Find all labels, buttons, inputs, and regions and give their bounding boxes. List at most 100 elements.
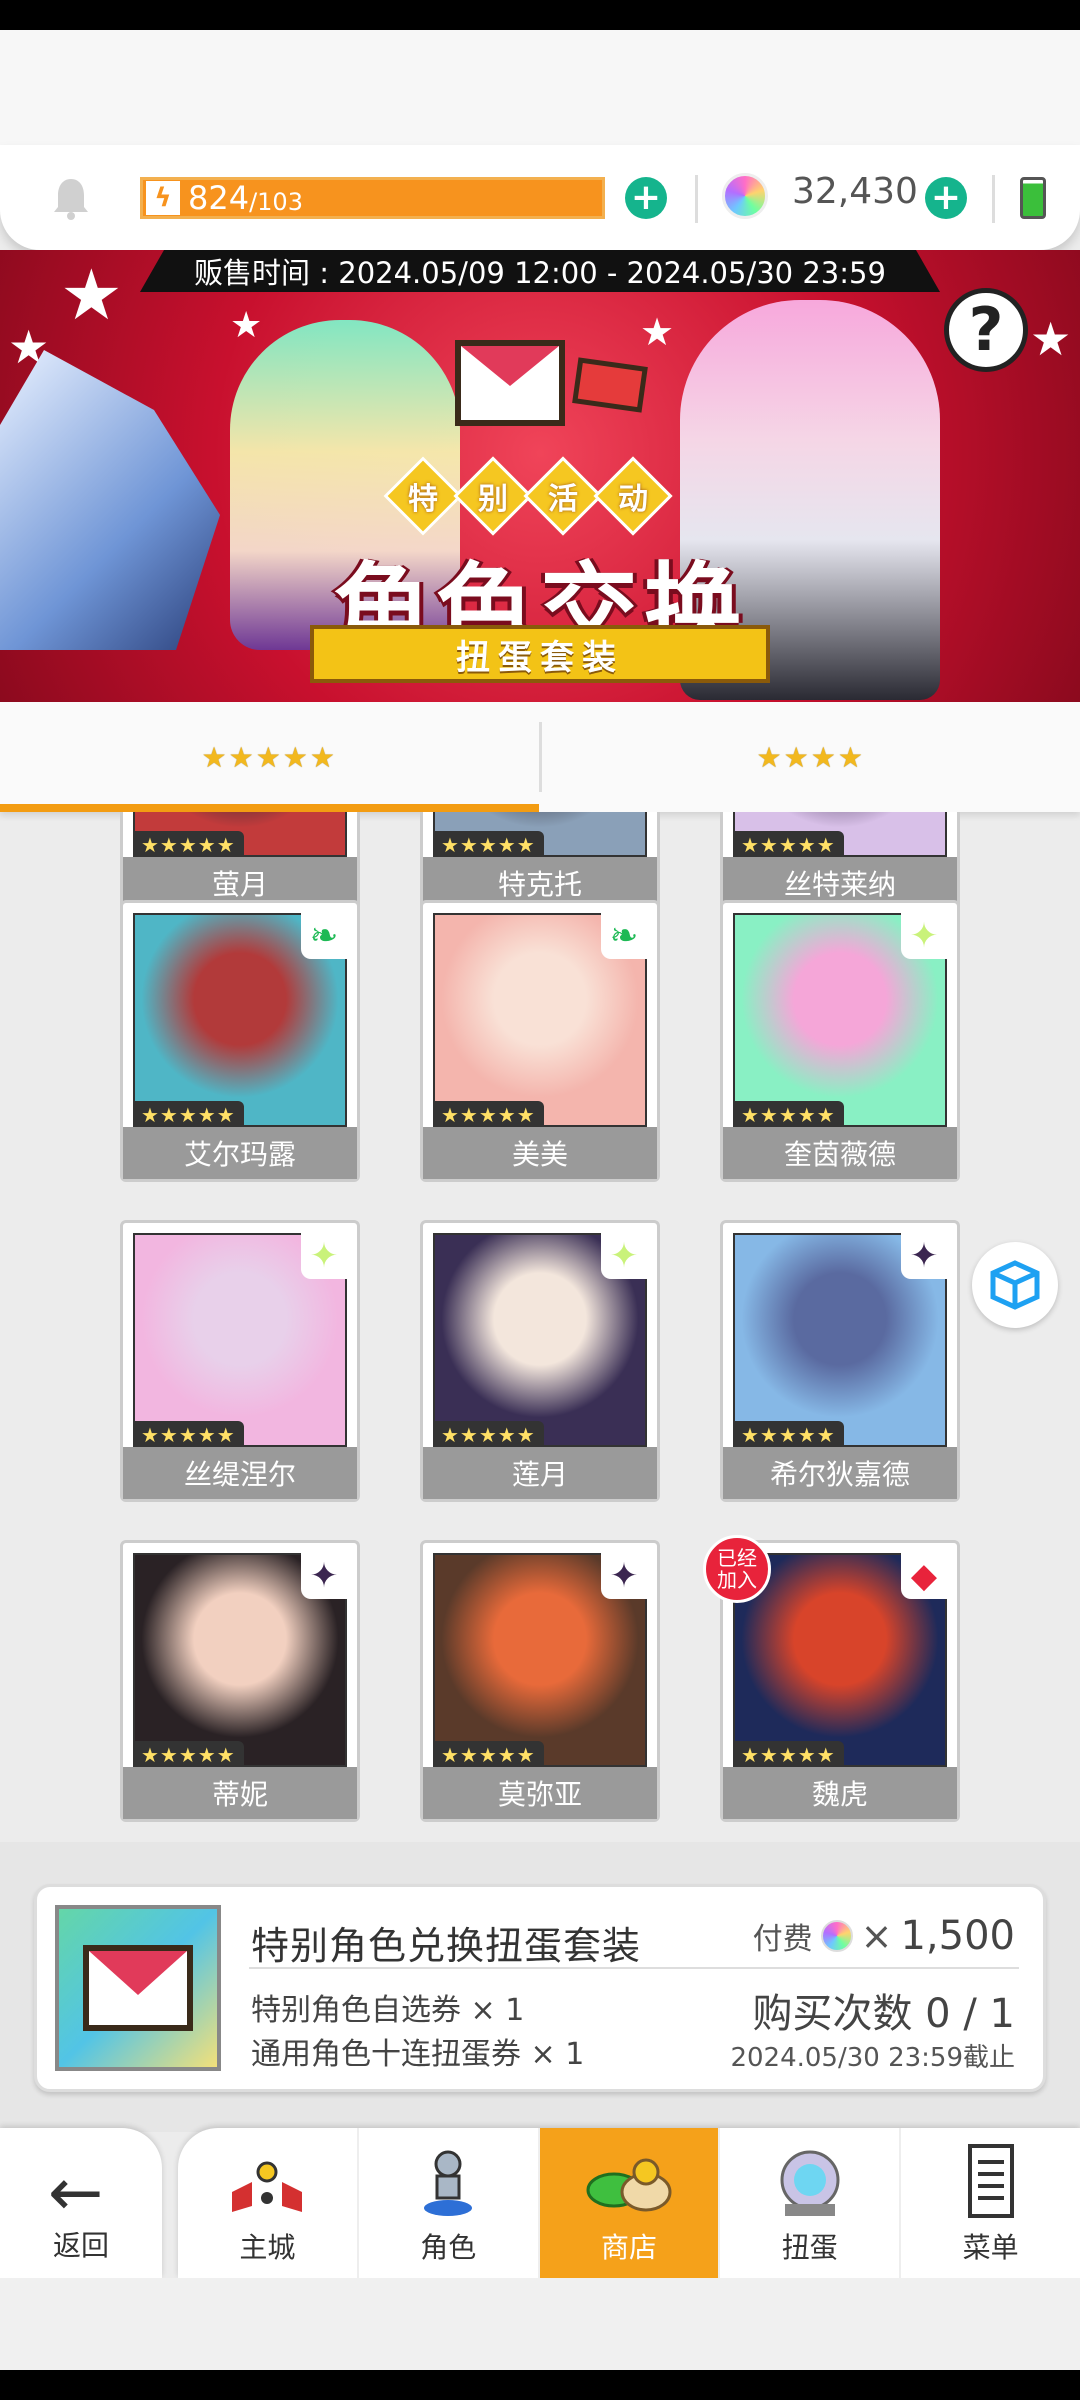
sale-time: 贩售时间 : 2024.05/09 12:00 - 2024.05/30 23:… xyxy=(140,250,940,292)
rarity-stars: ★★★★★ xyxy=(133,1101,244,1129)
add-gems-button[interactable]: + xyxy=(925,177,967,219)
back-label: 返回 xyxy=(52,2229,109,2262)
character-name: 艾尔玛露 xyxy=(123,1127,357,1179)
character-name: 奎茵薇德 xyxy=(723,1127,957,1179)
element-wind-icon: ❧ xyxy=(301,913,347,959)
nav-menu: 主城 角色 商店 扭蛋 菜单 xyxy=(178,2128,1080,2278)
top-spacer xyxy=(0,30,1080,150)
divider xyxy=(695,175,698,223)
character-card[interactable]: ✦ ★★★★★ 奎茵薇德 xyxy=(720,900,960,1182)
banner-subtitle: 扭蛋套装 xyxy=(310,625,770,683)
product-item: 特别角色自选券 × 1 xyxy=(251,1993,525,2028)
price-label: 付费 xyxy=(752,1922,813,1957)
system-nav-area xyxy=(0,2278,1080,2370)
deadline: 2024.05/30 23:59截止 xyxy=(730,2043,1015,2073)
rarity-stars: ★★★★★ xyxy=(433,1421,544,1449)
back-button[interactable]: ← 返回 xyxy=(0,2128,162,2278)
game-screen: ϟ 824 /103 + 32,430 + ★ ★ ★ ★ ★ 贩售时间 : 2… xyxy=(0,0,1080,2400)
tab-label: ★★★★★ xyxy=(201,740,337,774)
tag: 别 xyxy=(453,456,533,536)
divider xyxy=(249,1967,1019,1969)
character-icon xyxy=(424,2150,473,2216)
element-dark-icon: ✦ xyxy=(901,1233,947,1279)
nav-label: 菜单 xyxy=(962,2231,1019,2264)
product-item: 通用角色十连扭蛋券 × 1 xyxy=(251,2037,585,2072)
tag: 动 xyxy=(593,456,673,536)
tag: 活 xyxy=(523,456,603,536)
character-card[interactable]: ✦ ★★★★★ 莫弥亚 xyxy=(420,1540,660,1822)
character-card[interactable]: ❧ ★★★★★ 艾尔玛露 xyxy=(120,900,360,1182)
character-card[interactable]: ★★★★★ 萤月 xyxy=(120,812,360,912)
price-value: 1,500 xyxy=(900,1913,1015,1959)
character-card[interactable]: ◆ ★★★★★ 魏虎 已经 加入 xyxy=(703,1535,960,1822)
rarity-stars: ★★★★★ xyxy=(133,1421,244,1449)
character-card[interactable]: ✦ ★★★★★ 希尔狄嘉德 xyxy=(720,1220,960,1502)
character-name: 莲月 xyxy=(423,1447,657,1499)
joined-badge: 已经 加入 xyxy=(703,1535,771,1603)
star-decoration-icon: ★ xyxy=(230,305,263,346)
tab-label: ★★★★ xyxy=(756,740,865,774)
nav-label: 主城 xyxy=(239,2231,296,2264)
tab-4-star[interactable]: ★★★★ xyxy=(542,702,1080,812)
tag-text: 动 xyxy=(618,482,648,517)
rarity-stars: ★★★★★ xyxy=(433,1741,544,1769)
element-dark-icon: ✦ xyxy=(301,1553,347,1599)
nav-item-characters[interactable]: 角色 xyxy=(356,2128,538,2278)
element-dark-icon: ✦ xyxy=(601,1553,647,1599)
castle-icon xyxy=(232,2161,303,2212)
rarity-stars: ★★★★★ xyxy=(733,1101,844,1129)
rarity-stars: ★★★★★ xyxy=(733,1741,844,1769)
add-energy-button[interactable]: + xyxy=(625,177,667,219)
character-name: 希尔狄嘉德 xyxy=(723,1447,957,1499)
rarity-stars: ★★★★★ xyxy=(133,831,244,859)
character-card[interactable]: ★★★★★ 特克托 xyxy=(420,812,660,912)
nav-item-gacha[interactable]: 扭蛋 xyxy=(718,2128,899,2278)
character-card[interactable]: ★★★★★ 丝特莱纳 xyxy=(720,812,960,912)
rarity-stars: ★★★★★ xyxy=(433,1101,544,1129)
nav-label: 商店 xyxy=(600,2231,657,2264)
menu-list-icon xyxy=(967,2144,1014,2218)
character-name: 莫弥亚 xyxy=(423,1767,657,1819)
tag-text: 别 xyxy=(478,482,508,517)
tag-text: 活 xyxy=(548,482,578,517)
product-icon xyxy=(55,1905,221,2071)
tab-5-star[interactable]: ★★★★★ xyxy=(0,702,539,812)
shop-icon xyxy=(586,2158,672,2212)
nav-label: 扭蛋 xyxy=(781,2231,838,2264)
special-event-tags: 特 别 活 动 xyxy=(383,456,673,536)
character-name: 美美 xyxy=(423,1127,657,1179)
envelope-icon xyxy=(83,1945,193,2031)
price: 付费 × 1,500 xyxy=(753,1913,1015,1959)
arrow-left-icon: ← xyxy=(48,2154,104,2231)
cube-view-button[interactable] xyxy=(972,1242,1058,1328)
character-card[interactable]: ✦ ★★★★★ 蒂妮 xyxy=(120,1540,360,1822)
character-name: 魏虎 xyxy=(723,1767,957,1819)
energy-current: 824 xyxy=(188,179,250,217)
nav-item-menu[interactable]: 菜单 xyxy=(899,2128,1080,2278)
resource-bar: ϟ 824 /103 + 32,430 + xyxy=(0,145,1080,250)
help-button[interactable]: ? xyxy=(944,288,1028,372)
star-decoration-icon: ★ xyxy=(60,254,123,336)
element-light-icon: ✦ xyxy=(301,1233,347,1279)
product-title: 特别角色兑换扭蛋套装 xyxy=(251,1924,642,1968)
character-name: 丝缇涅尔 xyxy=(123,1447,357,1499)
character-card[interactable]: ❧ ★★★★★ 美美 xyxy=(420,900,660,1182)
rarity-stars: ★★★★★ xyxy=(733,831,844,859)
element-light-icon: ✦ xyxy=(901,913,947,959)
gacha-icon xyxy=(780,2150,840,2216)
bell-icon[interactable] xyxy=(50,175,92,221)
character-grid: ★★★★★ 萤月 ★★★★★ 特克托 ★★★★★ 丝特莱纳 ❧ ★★★★★ 艾尔玛露 ❧ ★★★★★… xyxy=(0,812,1080,1842)
nav-item-shop[interactable]: 商店 xyxy=(537,2128,719,2278)
character-name: 蒂妮 xyxy=(123,1767,357,1819)
divider xyxy=(992,175,995,223)
product-card[interactable]: 特别角色兑换扭蛋套装 特别角色自选券 × 1 通用角色十连扭蛋券 × 1 付费 … xyxy=(34,1884,1046,2092)
lightning-icon: ϟ xyxy=(146,181,180,215)
character-card[interactable]: ✦ ★★★★★ 丝缇涅尔 xyxy=(120,1220,360,1502)
star-decoration-icon: ★ xyxy=(1030,312,1072,366)
nav-item-main-city[interactable]: 主城 xyxy=(178,2128,357,2278)
element-fire-icon: ◆ xyxy=(901,1553,947,1599)
battery-icon xyxy=(1020,177,1046,219)
element-light-icon: ✦ xyxy=(601,1233,647,1279)
ticket-icon xyxy=(572,357,648,413)
character-card[interactable]: ✦ ★★★★★ 莲月 xyxy=(420,1220,660,1502)
